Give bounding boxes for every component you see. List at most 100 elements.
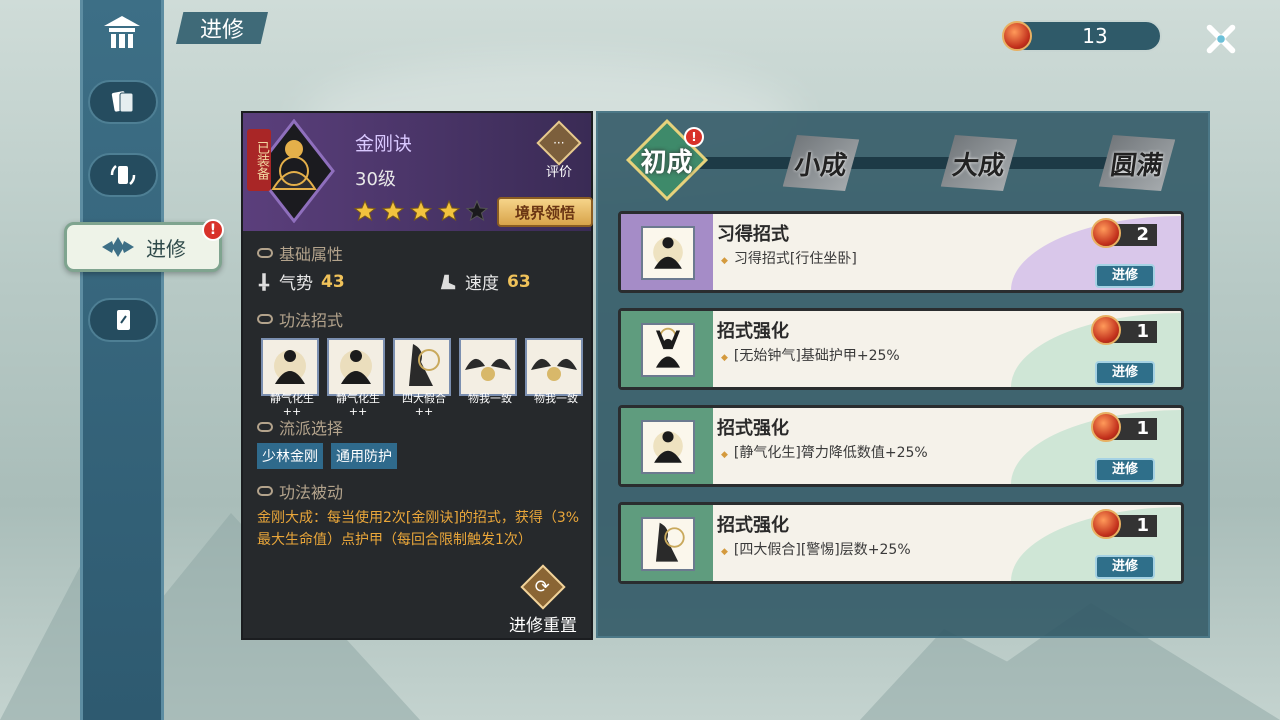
advance-button[interactable]: 进修 <box>1095 264 1155 288</box>
tab-advance-label: 进修 <box>146 236 186 261</box>
card-description: [四大假合][警惕]层数+25% <box>721 539 911 559</box>
close-button[interactable] <box>1200 18 1242 60</box>
stage-label: 圆满 <box>1108 150 1165 181</box>
stage-label: 大成 <box>950 150 1007 181</box>
advance-card: 习得招式 习得招式[行住坐卧] 2 进修 <box>618 211 1184 293</box>
section-passive: 功法被动 <box>257 479 343 503</box>
move-slot[interactable]: 物我一致 <box>459 338 517 405</box>
robed-figure-icon <box>641 517 695 571</box>
meditation-icon <box>274 350 306 384</box>
card-title: 招式强化 <box>717 321 789 342</box>
card-title: 招式强化 <box>717 418 789 439</box>
stat-value: 63 <box>507 271 531 292</box>
card-title: 招式强化 <box>717 515 789 536</box>
move-slot[interactable]: 物我一致 <box>525 338 583 405</box>
scroll-icon <box>257 248 273 258</box>
stage-progress-track <box>648 157 1138 169</box>
move-slot[interactable]: 静气化生 ++ <box>327 338 385 418</box>
swap-tab-button[interactable] <box>88 153 158 197</box>
currency-value: 13 <box>1082 24 1108 48</box>
advance-panel: 初成 ! 小成 大成 圆满 习得招式 习得招式[行住坐卧] 2 进修 招式强化 … <box>596 111 1210 638</box>
section-moves-label: 功法招式 <box>279 311 344 330</box>
advance-button[interactable]: 进修 <box>1095 458 1155 482</box>
skill-point-orb-icon <box>1091 509 1121 539</box>
passive-description: 金刚大成：每当使用2次[金刚诀]的招式，获得（3%最大生命值）点护甲（每回合限制… <box>257 510 580 548</box>
skill-level: 30级 <box>355 169 396 190</box>
stat-label: 速度 <box>465 274 499 294</box>
star-filled-icon <box>437 199 461 222</box>
card-rotate-icon <box>110 165 136 185</box>
skill-detail-panel: 已装备 金刚诀 30级 ··· 评价 境界领悟 基础属性 气势 43 速度 63… <box>241 111 593 640</box>
single-card-icon <box>117 310 130 330</box>
tab-advance-active[interactable]: 进修 <box>64 222 222 272</box>
reset-button[interactable]: ⟳ 进修重置 <box>501 564 585 636</box>
star-filled-icon <box>353 199 377 222</box>
skill-name: 金刚诀 <box>355 133 413 155</box>
section-base-attr: 基础属性 <box>257 241 343 265</box>
review-label: 评价 <box>545 165 572 180</box>
advance-card: 招式强化 [四大假合][警惕]层数+25% 1 进修 <box>618 502 1184 584</box>
stage-label: 小成 <box>792 150 849 181</box>
advance-button[interactable]: 进修 <box>1095 555 1155 579</box>
stage-label: 初成 <box>641 147 694 178</box>
card-description: [静气化生]膂力降低数值+25% <box>721 442 928 462</box>
section-passive-label: 功法被动 <box>279 483 344 502</box>
school-tag[interactable]: 通用防护 <box>331 443 397 469</box>
scroll-icon <box>257 314 273 324</box>
move-label: 四大假合 ++ <box>402 392 446 418</box>
move-label: 物我一致 <box>534 392 578 405</box>
move-slot[interactable]: 四大假合 ++ <box>393 338 451 418</box>
review-button[interactable]: ··· 评价 <box>536 120 582 180</box>
advance-card: 招式强化 [静气化生]膂力降低数值+25% 1 进修 <box>618 405 1184 487</box>
robed-figure-icon <box>409 344 440 386</box>
skill-point-orb-icon <box>1091 412 1121 442</box>
boot-icon <box>440 274 456 289</box>
page-title: 进修 <box>176 12 268 44</box>
section-base-attr-label: 基础属性 <box>279 245 344 264</box>
refresh-icon: ⟳ <box>520 564 566 610</box>
school-tags: 少林金刚 通用防护 <box>257 443 397 469</box>
skill-point-orb-icon <box>1091 315 1121 345</box>
card-description: 习得招式[行住坐卧] <box>721 248 857 268</box>
meditation-icon <box>641 420 695 474</box>
star-rating <box>353 199 489 223</box>
move-slot[interactable]: 静气化生 ++ <box>261 338 319 418</box>
advance-card: 招式强化 [无始钟气]基础护甲+25% 1 进修 <box>618 308 1184 390</box>
comment-icon: ··· <box>536 120 582 166</box>
alert-badge: ! <box>684 127 704 147</box>
equipped-tag: 已装备 <box>247 129 271 191</box>
realm-insight-button[interactable]: 境界领悟 <box>497 197 593 227</box>
hands-icon <box>465 358 511 381</box>
stat-momentum: 气势 43 <box>257 269 345 294</box>
stage-tab-4[interactable]: 圆满 <box>1098 135 1176 191</box>
alert-badge: ! <box>202 219 224 241</box>
card-title: 习得招式 <box>717 224 789 245</box>
lotus-icon <box>102 237 134 257</box>
meditation-icon <box>641 226 695 280</box>
advance-button[interactable]: 进修 <box>1095 361 1155 385</box>
card-description: [无始钟气]基础护甲+25% <box>721 345 900 365</box>
star-filled-icon <box>381 199 405 222</box>
section-moves: 功法招式 <box>257 307 343 331</box>
meditation-icon <box>340 350 372 384</box>
hands-icon <box>531 358 577 381</box>
skill-point-orb-icon <box>1091 218 1121 248</box>
reset-label: 进修重置 <box>509 616 577 636</box>
star-filled-icon <box>409 199 433 222</box>
cards-tab-button[interactable] <box>88 80 158 124</box>
home-icon[interactable] <box>100 12 144 52</box>
scroll-icon <box>257 486 273 496</box>
scroll-icon <box>257 422 273 432</box>
move-label: 物我一致 <box>468 392 512 405</box>
sword-icon <box>258 272 270 291</box>
school-tag[interactable]: 少林金刚 <box>257 443 323 469</box>
card-tab-button[interactable] <box>88 298 158 342</box>
cards-icon <box>111 91 134 113</box>
close-icon <box>1206 24 1236 54</box>
skill-header: 已装备 金刚诀 30级 ··· 评价 境界领悟 <box>243 113 593 231</box>
stat-label: 气势 <box>279 274 313 294</box>
raised-arms-icon <box>641 323 695 377</box>
stage-tab-2[interactable]: 小成 <box>782 135 860 191</box>
stage-tab-3[interactable]: 大成 <box>940 135 1018 191</box>
skill-point-orb-icon <box>1002 21 1032 51</box>
